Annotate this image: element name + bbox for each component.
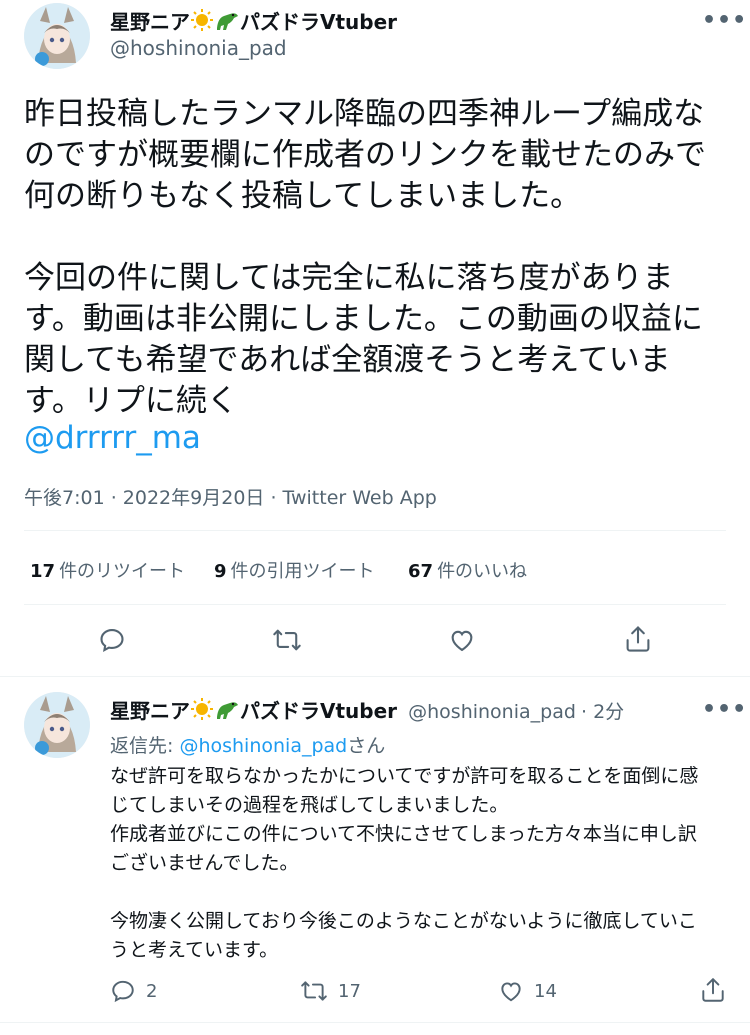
retweet-icon [300, 978, 328, 1004]
divider [0, 676, 750, 677]
retweets-stat[interactable]: 17 件のリツイート [30, 557, 185, 583]
quotes-stat[interactable]: 9 件の引用ツイート [214, 557, 375, 583]
reply-icon [110, 978, 136, 1004]
reply-icon [98, 629, 126, 658]
retweet-count: 17 [338, 980, 361, 1002]
avatar[interactable] [24, 692, 90, 758]
reply-author-name[interactable]: 星野ニア パズドラVtuber [110, 697, 397, 726]
divider [0, 1022, 750, 1023]
more-options-icon[interactable]: ••• [702, 8, 747, 33]
divider [24, 530, 726, 531]
like-icon [498, 978, 524, 1004]
replying-to-link[interactable]: @hoshinonia_pad [179, 735, 347, 757]
mention-link[interactable]: @drrrrr_ma [24, 418, 201, 459]
reply-share-button[interactable] [700, 976, 726, 1004]
retweet-icon [272, 629, 302, 658]
retweet-button[interactable] [272, 626, 302, 658]
avatar[interactable] [24, 3, 90, 69]
reply-header: 星野ニア パズドラVtuber @hoshinonia_pad · 2分 [110, 695, 624, 726]
crocodile-emoji-icon [214, 8, 240, 37]
share-button[interactable] [624, 624, 652, 658]
reply-reply-button[interactable]: 2 [110, 978, 157, 1004]
sun-emoji-icon [190, 697, 214, 726]
divider [24, 604, 726, 605]
replying-to: 返信先: @hoshinonia_padさん [110, 735, 386, 757]
author-name[interactable]: 星野ニア パズドラVtuber [110, 6, 397, 37]
reply-time[interactable]: · 2分 [581, 701, 624, 723]
reply-button[interactable] [98, 626, 126, 658]
sun-emoji-icon [190, 8, 214, 37]
likes-stat[interactable]: 67 件のいいね [408, 557, 527, 583]
reply-author-handle[interactable]: @hoshinonia_pad [408, 701, 576, 723]
like-icon [448, 630, 476, 658]
reply-text: なぜ許可を取らなかったかについてですが許可を取ることを面倒に感 じてしまいその過… [110, 765, 699, 961]
tweet-text: 昨日投稿したランマル降臨の四季神ループ編成な のですが概要欄に作成者のリンクを載… [24, 96, 706, 419]
author-handle[interactable]: @hoshinonia_pad [110, 36, 287, 60]
like-button[interactable] [448, 626, 476, 658]
share-icon [624, 626, 652, 658]
like-count: 14 [534, 980, 557, 1002]
more-options-icon[interactable]: ••• [702, 697, 747, 722]
share-icon [700, 976, 726, 1004]
tweet-timestamp[interactable]: 午後7:01 · 2022年9月20日 · Twitter Web App [24, 483, 437, 510]
reply-like-button[interactable]: 14 [498, 978, 557, 1004]
crocodile-emoji-icon [214, 697, 240, 726]
reply-count: 2 [146, 980, 158, 1002]
reply-retweet-button[interactable]: 17 [300, 978, 361, 1004]
